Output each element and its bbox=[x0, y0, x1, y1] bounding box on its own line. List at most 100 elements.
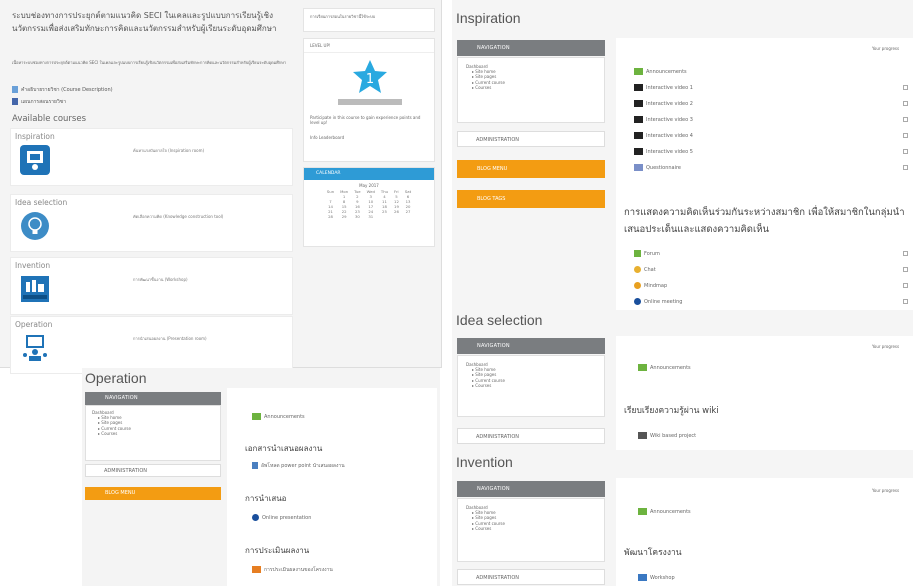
administration-block[interactable]: ADMINISTRATION bbox=[457, 569, 605, 585]
course-summary: เนื้อหาระบบช่องทางการประยุกต์ตามแนวคิด S… bbox=[12, 60, 287, 65]
available-courses-heading: Available courses bbox=[12, 114, 87, 124]
workshop-icon bbox=[638, 574, 647, 581]
calendar-day bbox=[378, 214, 391, 219]
operation-panel: Operation NAVIGATION Dashboard ▸ Site hom… bbox=[82, 368, 440, 586]
calendar-day[interactable]: 31 bbox=[364, 214, 378, 219]
completion-checkbox[interactable] bbox=[903, 133, 908, 138]
calendar-header: CALENDAR bbox=[304, 168, 434, 180]
presentation-icon bbox=[20, 333, 50, 363]
navigation-tree: Dashboard ▸ Site home ▸ Site pages ▸ Curren… bbox=[457, 498, 605, 562]
file-icon bbox=[12, 86, 18, 93]
interactive-video-link[interactable]: Interactive video 3 bbox=[634, 116, 693, 124]
navigation-header[interactable]: NAVIGATION bbox=[457, 338, 605, 354]
level-links[interactable]: Info Leaderboard bbox=[310, 135, 344, 140]
navigation-tree: Dashboard ▸ Site home ▸ Site pages ▸ Curren… bbox=[85, 405, 221, 461]
calendar-day bbox=[391, 214, 402, 219]
video-icon bbox=[634, 84, 643, 91]
completion-checkbox[interactable] bbox=[903, 165, 908, 170]
interactive-video-link[interactable]: Interactive video 2 bbox=[634, 100, 693, 108]
course-invention[interactable]: Invention การพัฒนาชิ้นงาน (Workshop) bbox=[10, 257, 293, 315]
inspiration-icon bbox=[20, 145, 50, 175]
nav-item[interactable]: ▸ Courses bbox=[466, 85, 596, 90]
questionnaire-link[interactable]: Questionnaire bbox=[634, 164, 681, 172]
level-star-icon: 1 bbox=[352, 59, 388, 99]
chat-link[interactable]: Chat bbox=[634, 266, 656, 274]
presentation-file-link[interactable]: อัพโหลด power point นำเสนอผลงาน bbox=[252, 462, 345, 470]
evaluation-icon bbox=[252, 566, 261, 573]
calendar-block: CALENDAR May 2017 Sun Mon Tue Wed Thu Fri Sat 1… bbox=[303, 167, 435, 247]
administration-block[interactable]: ADMINISTRATION bbox=[457, 428, 605, 444]
video-icon bbox=[634, 132, 643, 139]
online-presentation-link[interactable]: Online presentation bbox=[252, 514, 311, 522]
file-icon bbox=[12, 98, 18, 105]
course-idea-selection[interactable]: Idea selection คัดเลือกความคิด (Knowledg… bbox=[10, 194, 293, 252]
navigation-tree: Dashboard ▸ Site home ▸ Site pages ▸ Curren… bbox=[457, 355, 605, 417]
inspiration-title: Inspiration bbox=[456, 10, 521, 26]
invention-title: Invention bbox=[456, 454, 513, 470]
forum-icon bbox=[634, 68, 643, 75]
progress-label: Your progress bbox=[872, 46, 900, 51]
calendar-grid: Sun Mon Tue Wed Thu Fri Sat 1 2 3 4 5 6 7 8 9 10 11 12 13 14… bbox=[324, 189, 414, 219]
calendar-month: May 2017 bbox=[359, 183, 379, 188]
navigation-tree: Dashboard ▸ Site home ▸ Site pages ▸ Curren… bbox=[457, 57, 605, 123]
course-sections-panel: Inspiration NAVIGATION Dashboard ▸ Site h… bbox=[452, 0, 913, 586]
navigation-header[interactable]: NAVIGATION bbox=[457, 40, 605, 56]
interactive-video-link[interactable]: Interactive video 4 bbox=[634, 132, 693, 140]
completion-checkbox[interactable] bbox=[903, 283, 908, 288]
section-heading: เรียบเรียงความรู้ผ่าน wiki bbox=[624, 406, 719, 416]
course-inspiration[interactable]: Inspiration ค้นหาแรงบันดาลใจ (Inspiratio… bbox=[10, 128, 293, 186]
evaluation-link[interactable]: การประเมินผลงานของโครงงาน bbox=[252, 566, 333, 574]
section-heading: การนำเสนอ bbox=[245, 494, 287, 503]
activity-icon bbox=[634, 266, 641, 273]
completion-checkbox[interactable] bbox=[903, 117, 908, 122]
nav-item[interactable]: ▸ Courses bbox=[466, 526, 596, 531]
forum-icon bbox=[638, 508, 647, 515]
announcements-link[interactable]: Announcements bbox=[638, 508, 691, 516]
progress-label: Your progress bbox=[872, 488, 900, 493]
operation-title: Operation bbox=[85, 370, 147, 386]
section-heading: เอกสารนำเสนอผลงาน bbox=[245, 444, 323, 453]
forum-icon bbox=[252, 413, 261, 420]
idea-selection-title: Idea selection bbox=[456, 312, 543, 328]
administration-block[interactable]: ADMINISTRATION bbox=[85, 464, 221, 477]
calendar-day[interactable]: 30 bbox=[351, 214, 364, 219]
interactive-video-link[interactable]: Interactive video 1 bbox=[634, 84, 693, 92]
course-info-block: การเรียนการสอนในรายวิชานี้ใช้ระบบ bbox=[303, 8, 435, 32]
completion-checkbox[interactable] bbox=[903, 149, 908, 154]
video-icon bbox=[634, 148, 643, 155]
blog-menu-block[interactable]: BLOG MENU bbox=[457, 160, 605, 178]
navigation-header[interactable]: NAVIGATION bbox=[457, 481, 605, 497]
lesson-plan-link[interactable]: แผนการสอนรายวิชา bbox=[12, 98, 66, 106]
administration-block[interactable]: ADMINISTRATION bbox=[457, 131, 605, 147]
online-meeting-link[interactable]: Online meeting bbox=[634, 298, 682, 306]
calendar-day[interactable]: 28 bbox=[324, 214, 337, 219]
course-page-panel: ระบบช่องทางการประยุกต์ตามแนวคิด SECI ในเ… bbox=[0, 0, 442, 374]
nav-item[interactable]: ▸ Courses bbox=[92, 431, 214, 436]
completion-checkbox[interactable] bbox=[903, 251, 908, 256]
meeting-icon bbox=[252, 514, 259, 521]
progress-label: Your progress bbox=[872, 344, 900, 349]
nav-item[interactable]: ▸ Courses bbox=[466, 383, 596, 388]
completion-checkbox[interactable] bbox=[903, 85, 908, 90]
announcements-link[interactable]: Announcements bbox=[634, 68, 687, 76]
announcements-link[interactable]: Announcements bbox=[638, 364, 691, 372]
calendar-day[interactable]: 29 bbox=[337, 214, 351, 219]
mindmap-link[interactable]: Mindmap bbox=[634, 282, 667, 290]
blog-menu-block[interactable]: BLOG MENU bbox=[85, 487, 221, 500]
completion-checkbox[interactable] bbox=[903, 101, 908, 106]
workshop-link[interactable]: Workshop bbox=[638, 574, 675, 582]
course-description-link[interactable]: คำอธิบายรายวิชา (Course Description) bbox=[12, 86, 113, 94]
workshop-icon bbox=[20, 274, 50, 304]
lightbulb-icon bbox=[20, 211, 50, 241]
blog-tags-block[interactable]: BLOG TAGS bbox=[457, 190, 605, 208]
course-operation[interactable]: Operation การนำเสนอผลงาน (Presentation r… bbox=[10, 316, 293, 374]
completion-checkbox[interactable] bbox=[903, 267, 908, 272]
navigation-header[interactable]: NAVIGATION bbox=[85, 392, 221, 405]
forum-link[interactable]: Forum bbox=[634, 250, 660, 258]
completion-checkbox[interactable] bbox=[903, 299, 908, 304]
activity-icon bbox=[634, 282, 641, 289]
interactive-video-link[interactable]: Interactive video 5 bbox=[634, 148, 693, 156]
video-icon bbox=[634, 116, 643, 123]
announcements-link[interactable]: Announcements bbox=[252, 413, 305, 421]
wiki-link[interactable]: Wiki based project bbox=[638, 432, 696, 440]
